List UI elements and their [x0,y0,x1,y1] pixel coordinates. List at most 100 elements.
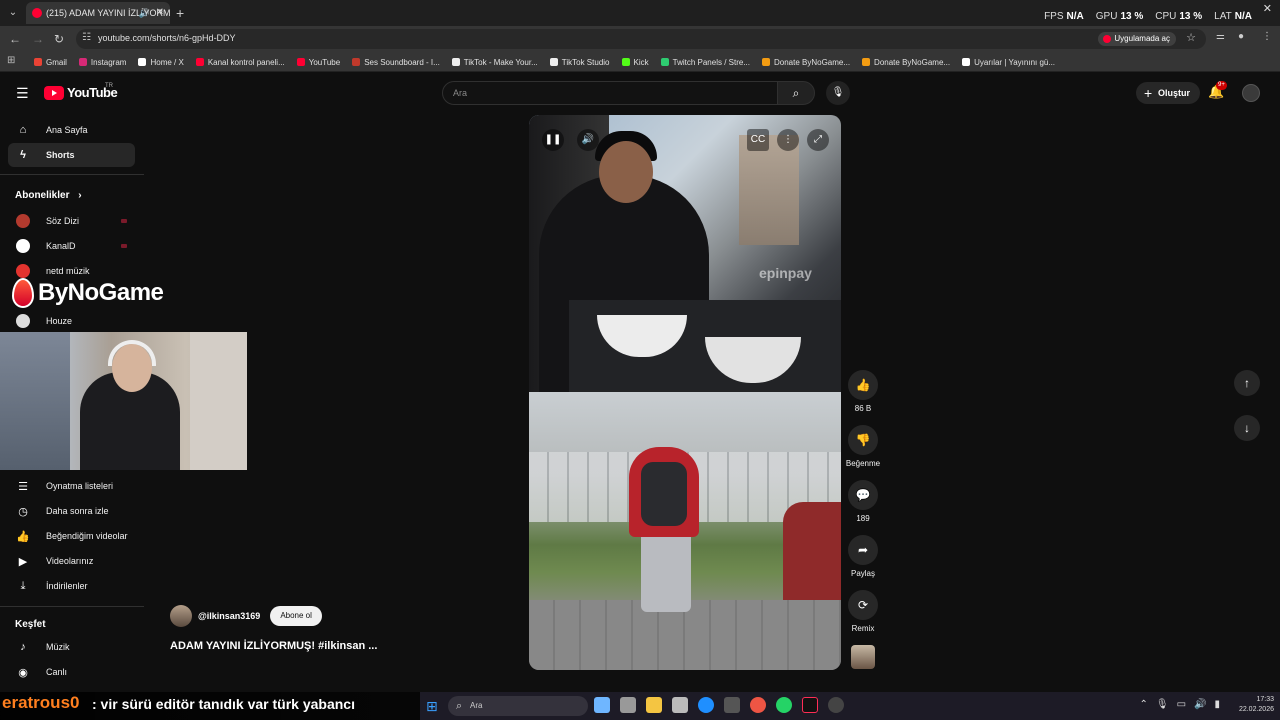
windows-start-icon[interactable]: ⊞ [426,698,438,715]
volume-tray-icon[interactable]: 🔊 [1194,699,1206,710]
subscriptions-heading[interactable]: Abonelikler › [15,190,82,201]
bookmark-item[interactable]: TikTok Studio [549,58,610,67]
bookmark-label: YouTube [308,57,341,67]
comment-icon[interactable]: 💬 [848,480,878,510]
more-options-icon[interactable]: ⋮ [777,129,799,151]
search-button[interactable]: ⌕ [777,81,815,105]
pause-icon[interactable]: ❚❚ [542,129,564,151]
subscription-item[interactable]: KanalD [8,235,135,257]
forward-arrow-icon[interactable]: → [32,30,44,48]
bookmark-item[interactable]: Gmail [34,58,67,67]
hamburger-menu-icon[interactable]: ☰ [16,86,29,100]
share-arrow-icon[interactable]: ➦ [848,535,878,565]
sidebar-item-shorts[interactable]: ϟ Shorts [8,143,135,167]
profile-icon[interactable]: ● [1238,31,1244,42]
sidebar-item-music[interactable]: ♪ Müzik [8,635,135,659]
sidebar-item-watch-later[interactable]: ◷ Daha sonra izle [8,499,135,523]
account-avatar[interactable] [1242,84,1260,102]
file-explorer-icon[interactable] [646,697,662,713]
bookmark-item[interactable]: Ses Soundboard - I... [352,58,440,67]
sidebar-item-home[interactable]: ⌂ Ana Sayfa [8,118,135,142]
bookmark-favicon-icon [352,58,361,66]
apps-grid-icon[interactable]: ⊞ [7,55,15,66]
live-indicator-icon [121,244,127,248]
bookmark-label: Uyarılar | Yayınını gü... [974,57,1056,67]
notifications-bell-icon[interactable]: 🔔 9+ [1208,81,1227,100]
bookmark-item[interactable]: Twitch Panels / Stre... [660,58,750,67]
battery-icon[interactable]: ▮ [1214,699,1220,710]
site-info-icon[interactable]: ☷ [82,32,91,43]
store-icon[interactable] [672,697,688,713]
window-close-icon[interactable]: ✕ [1263,2,1272,15]
new-tab-button[interactable]: + [176,4,184,22]
bookmark-item[interactable]: Home / X [138,57,184,67]
tab-search-chevron-icon[interactable]: ⌄ [4,4,22,22]
previous-short-arrow-up-icon[interactable]: ↑ [1234,370,1260,396]
back-arrow-icon[interactable]: ← [9,30,21,48]
short-title[interactable]: ADAM YAYINI İZLİYORMUŞ! #ilkinsan ... [170,640,377,652]
sidebar-item-live[interactable]: ◉ Canlı [8,660,135,684]
sidebar-item-downloads[interactable]: ⤓ İndirilenler [8,574,135,598]
extensions-icon[interactable]: ⚌ [1216,31,1225,42]
subscription-item[interactable]: Houze [8,310,135,332]
bookmark-item[interactable]: Kick [621,58,649,67]
next-short-arrow-down-icon[interactable]: ↓ [1234,415,1260,441]
speaker-icon[interactable]: 🔊 [139,2,150,24]
subscribe-button[interactable]: Abone ol [270,606,322,626]
bookmark-item[interactable]: Donate ByNoGame... [862,58,950,67]
remix-icon[interactable]: ⟳ [848,590,878,620]
voice-search-mic-icon[interactable]: 🎙 [826,81,850,105]
dislike-button[interactable]: 👎 Beğenme [845,425,881,468]
volume-icon[interactable]: 🔊 [577,129,599,151]
bookmark-item[interactable]: YouTube [296,57,341,67]
edge-icon[interactable] [698,697,714,713]
channel-avatar [16,239,30,253]
sidebar-divider [0,174,144,175]
sound-thumbnail[interactable] [851,645,875,669]
browser-menu-icon[interactable]: ⋮ [1262,31,1272,42]
url-field[interactable]: ☷ youtube.com/shorts/n6-gpHd-DDY Uygulam… [76,29,1206,49]
video-frame-top: epinpay [529,115,841,392]
bookmark-item[interactable]: Donate ByNoGame... [762,58,850,67]
task-view-icon[interactable] [620,697,636,713]
tiktok-icon[interactable] [802,697,818,713]
widgets-icon[interactable] [594,697,610,713]
sidebar-item-playlists[interactable]: ☰ Oynatma listeleri [8,474,135,498]
network-icon[interactable]: ▭ [1177,699,1186,710]
bookmark-item[interactable]: Uyarılar | Yayınını gü... [962,58,1055,67]
whatsapp-icon[interactable] [776,697,792,713]
sidebar-item-your-videos[interactable]: ▶ Videolarınız [8,549,135,573]
create-button[interactable]: Oluştur [1136,82,1201,104]
browser-tab-active[interactable]: (215) ADAM YAYINI İZLİYORMUŞ! 🔊 ✕ [26,2,170,24]
like-button[interactable]: 👍 86 B [845,370,881,413]
microphone-icon[interactable]: 🎙 [1156,699,1169,710]
channel-avatar[interactable] [170,605,192,627]
open-in-app-button[interactable]: Uygulamada aç [1098,32,1176,46]
channel-handle[interactable]: @ilkinsan3169 [198,611,260,621]
reload-icon[interactable]: ↻ [54,30,64,48]
thumbs-up-icon[interactable]: 👍 [848,370,878,400]
overlay-logo-text: ByNoGame [38,279,164,306]
obs-icon[interactable] [828,697,844,713]
comments-button[interactable]: 💬 189 [845,480,881,523]
bookmark-star-icon[interactable]: ☆ [1186,31,1196,44]
app-icon[interactable] [724,697,740,713]
search-input[interactable] [443,82,777,104]
chrome-icon[interactable] [750,697,766,713]
bookmark-item[interactable]: TikTok - Make Your... [451,58,538,67]
subscription-item[interactable]: Söz Dizi [8,210,135,232]
thumbs-down-icon[interactable]: 👎 [848,425,878,455]
remix-button[interactable]: ⟳ Remix [845,590,881,633]
share-button[interactable]: ➦ Paylaş [845,535,881,578]
tab-close-icon[interactable]: ✕ [156,2,164,24]
bookmark-item[interactable]: Instagram [78,58,126,67]
captions-icon[interactable]: CC [747,129,769,151]
tray-chevron-icon[interactable]: ⌃ [1139,699,1147,710]
fullscreen-icon[interactable]: ⤢ [807,129,829,151]
sidebar-item-liked-videos[interactable]: 👍 Beğendiğim videolar [8,524,135,548]
taskbar-search[interactable]: Ara [448,696,588,716]
taskbar-clock[interactable]: 17:33 22.02.2026 [1239,695,1274,715]
bookmark-item[interactable]: Kanal kontrol paneli... [195,58,285,67]
shorts-video-player[interactable]: epinpay ❚❚ 🔊 CC ⋮ ⤢ [529,115,841,670]
bookmark-label: Home / X [150,57,184,67]
